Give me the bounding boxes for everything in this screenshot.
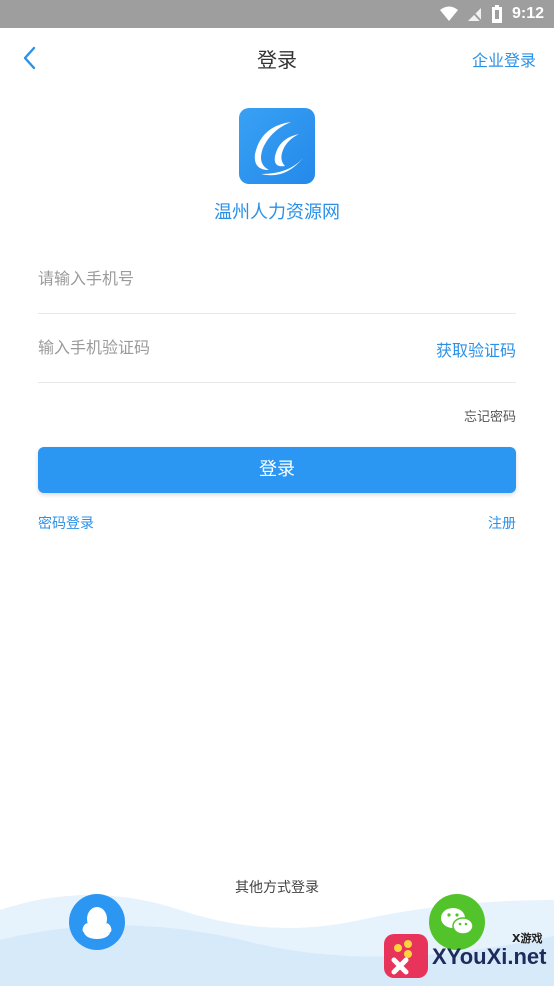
- status-bar: 9:12: [0, 0, 554, 28]
- watermark-gamepad-icon: [384, 934, 428, 978]
- get-code-button[interactable]: 获取验证码: [436, 337, 516, 361]
- code-field: 获取验证码: [38, 313, 516, 383]
- watermark-brand: XYouXi.net: [432, 944, 547, 969]
- battery-icon: [491, 5, 502, 23]
- password-login-link[interactable]: 密码登录: [38, 513, 94, 533]
- header: 登录 企业登录: [0, 28, 554, 86]
- app-name: 温州人力资源网: [214, 202, 340, 223]
- enterprise-login-link[interactable]: 企业登录: [472, 47, 536, 71]
- login-button[interactable]: 登录: [38, 447, 516, 493]
- qq-login-button[interactable]: [69, 894, 125, 950]
- phone-input[interactable]: [38, 244, 418, 312]
- app-logo: [239, 108, 315, 184]
- qq-icon: [82, 907, 112, 939]
- register-link[interactable]: 注册: [488, 513, 516, 533]
- forgot-password-link[interactable]: 忘记密码: [464, 406, 516, 425]
- status-time: 9:12: [511, 5, 544, 22]
- no-signal-icon: [467, 7, 482, 22]
- verification-code-input[interactable]: [38, 313, 418, 381]
- page-title: 登录: [257, 48, 297, 72]
- phone-field: [38, 244, 516, 314]
- status-icons: 9:12: [439, 4, 544, 24]
- wifi-icon: [439, 6, 458, 21]
- watermark: X游戏 XYouXi.net: [380, 930, 554, 986]
- logo-swoosh-icon: [254, 122, 303, 176]
